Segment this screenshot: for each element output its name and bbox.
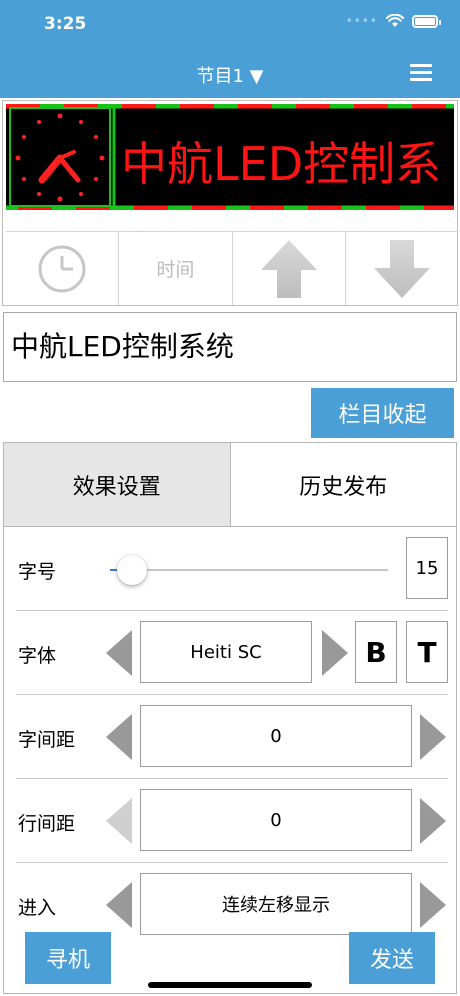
led-preview-panel: 中航LED控制系 时间	[2, 100, 458, 306]
chevron-right-icon	[322, 630, 348, 676]
char-spacing-increase-button[interactable]	[418, 712, 448, 762]
home-indicator	[148, 982, 312, 988]
line-spacing-label: 行间距	[18, 813, 76, 835]
tab-effect-settings[interactable]: 效果设置	[4, 443, 231, 526]
chevron-left-icon	[106, 882, 132, 928]
top-bar: 3:25 •••• 节目1 ▼	[0, 0, 460, 98]
hamburger-menu-icon[interactable]	[410, 64, 432, 82]
status-time: 3:25	[44, 14, 87, 34]
char-spacing-value[interactable]: 0	[140, 705, 412, 767]
search-device-button[interactable]: 寻机	[25, 932, 111, 984]
time-button[interactable]: 时间	[119, 232, 233, 305]
char-spacing-label: 字间距	[18, 729, 76, 751]
led-display: 中航LED控制系	[6, 104, 454, 210]
down-arrow-icon	[373, 239, 430, 298]
send-button[interactable]: 发送	[349, 932, 435, 984]
program-text-input[interactable]: 中航LED控制系统	[3, 312, 457, 382]
led-scroll-text: 中航LED控制系	[121, 137, 442, 191]
line-spacing-value[interactable]: 0	[140, 789, 412, 851]
clock-icon	[38, 245, 86, 292]
font-size-label: 字号	[18, 561, 57, 583]
slider-thumb[interactable]	[117, 555, 148, 585]
chevron-left-icon	[106, 714, 132, 760]
bold-button[interactable]: B	[355, 621, 397, 683]
settings-panel: 效果设置 历史发布 字号 15 字体 Heiti SC B T 字间距 0 行间…	[3, 442, 457, 994]
chevron-right-icon	[420, 714, 446, 760]
enter-effect-label: 进入	[18, 897, 57, 919]
font-family-label: 字体	[18, 645, 57, 667]
font-family-row: 字体 Heiti SC B T	[16, 611, 448, 695]
program-selector[interactable]: 节目1 ▼	[0, 62, 460, 88]
up-arrow-icon	[260, 239, 317, 298]
font-size-slider[interactable]	[110, 555, 388, 585]
move-up-button[interactable]	[233, 232, 346, 305]
font-size-row: 字号 15	[16, 527, 448, 611]
tab-history[interactable]: 历史发布	[231, 443, 457, 526]
enter-effect-next-button[interactable]	[418, 880, 448, 930]
char-spacing-row: 字间距 0	[16, 695, 448, 779]
move-down-button[interactable]	[346, 232, 458, 305]
app-root: 3:25 •••• 节目1 ▼ 中航LED控制系 时间 中航LED控制系统 栏目…	[0, 0, 460, 996]
italic-button[interactable]: T	[406, 621, 448, 683]
line-spacing-increase-button[interactable]	[418, 796, 448, 846]
font-family-value[interactable]: Heiti SC	[140, 621, 312, 683]
line-spacing-row: 行间距 0	[16, 779, 448, 863]
collapse-button[interactable]: 栏目收起	[311, 388, 454, 438]
line-spacing-decrease-button[interactable]	[104, 796, 134, 846]
chevron-left-icon	[106, 798, 132, 844]
font-prev-button[interactable]	[104, 628, 134, 678]
time-button-label: 时间	[156, 259, 195, 281]
clock-button[interactable]	[6, 232, 120, 305]
enter-effect-prev-button[interactable]	[104, 880, 134, 930]
battery-icon	[412, 14, 441, 28]
chevron-left-icon	[106, 630, 132, 676]
settings-tabs: 效果设置 历史发布	[4, 443, 456, 527]
wifi-icon	[386, 14, 404, 27]
enter-effect-value[interactable]: 连续左移显示	[140, 873, 412, 935]
char-spacing-decrease-button[interactable]	[104, 712, 134, 762]
font-next-button[interactable]	[320, 628, 350, 678]
signal-icon: ••••	[345, 14, 378, 28]
font-size-value[interactable]: 15	[406, 537, 448, 599]
chevron-right-icon	[420, 882, 446, 928]
preview-toolbar: 时间	[6, 231, 458, 305]
status-icons: ••••	[345, 14, 441, 28]
chevron-right-icon	[420, 798, 446, 844]
